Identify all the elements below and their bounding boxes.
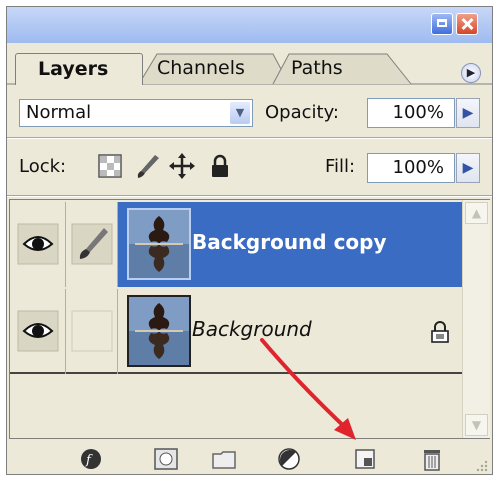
minimize-icon[interactable] (431, 13, 453, 35)
brush-icon (71, 223, 113, 265)
scroll-down-arrow-icon[interactable]: ▼ (465, 414, 488, 436)
layer-thumbnail (127, 208, 191, 280)
chevron-down-icon[interactable]: ▼ (230, 102, 250, 124)
thumbnail-image (129, 210, 189, 278)
brush-link-toggle[interactable] (66, 202, 118, 287)
fill-slider-arrow-icon[interactable]: ▶ (456, 153, 480, 183)
eye-icon (17, 223, 59, 265)
brush-link-toggle[interactable] (66, 289, 118, 374)
layer-mask-icon[interactable] (153, 447, 179, 471)
layers-panel: Layers Channels Paths ▶ Normal ▼ Opacity… (6, 6, 493, 475)
panel-menu-arrow-icon[interactable]: ▶ (461, 63, 481, 83)
thumbnail-image (129, 297, 189, 365)
new-group-icon[interactable] (211, 447, 237, 471)
resize-grip-icon[interactable] (474, 458, 488, 472)
tab-paths[interactable]: Paths (279, 53, 399, 85)
layer-row[interactable]: Background (10, 289, 462, 374)
blend-mode-value: Normal (26, 102, 92, 123)
tab-channels[interactable]: Channels (149, 53, 269, 85)
opacity-input[interactable]: 100% (367, 98, 455, 128)
fill-input[interactable]: 100% (367, 153, 455, 183)
opacity-slider-arrow-icon[interactable]: ▶ (456, 98, 480, 128)
empty-link-box (71, 310, 113, 352)
visibility-toggle[interactable] (10, 202, 66, 287)
lock-position-icon[interactable] (169, 153, 195, 179)
lock-fill-row: Lock: Fill: 100% ▶ (7, 139, 492, 195)
lock-icon (431, 321, 449, 343)
close-icon[interactable] (456, 13, 478, 35)
eye-icon (17, 310, 59, 352)
scroll-up-arrow-icon[interactable]: ▲ (465, 202, 488, 224)
layer-style-icon[interactable]: f (79, 447, 105, 471)
blend-opacity-row: Normal ▼ Opacity: 100% ▶ (7, 85, 492, 137)
layer-name: Background (192, 317, 312, 341)
panel-title-bar (7, 7, 492, 43)
fill-label: Fill: (325, 156, 356, 177)
lock-transparency-icon[interactable] (97, 153, 123, 179)
lock-all-icon[interactable] (207, 153, 233, 179)
tab-bar: Layers Channels Paths ▶ (7, 43, 492, 85)
delete-layer-icon[interactable] (419, 447, 445, 471)
layer-thumbnail (127, 295, 191, 367)
blend-mode-select[interactable]: Normal ▼ (19, 99, 253, 127)
adjustment-layer-icon[interactable] (277, 447, 303, 471)
divider (7, 195, 492, 197)
lock-image-pixels-icon[interactable] (135, 153, 161, 179)
visibility-toggle[interactable] (10, 289, 66, 374)
layers-toolbar: f (7, 443, 492, 474)
tab-layers[interactable]: Layers (15, 53, 143, 85)
layer-name: Background copy (192, 230, 387, 254)
opacity-label: Opacity: (265, 102, 339, 123)
new-layer-icon[interactable] (353, 447, 379, 471)
layers-list: Background copy Background ▲ ▼ (9, 199, 490, 439)
layers-scrollbar[interactable]: ▲ ▼ (462, 200, 490, 438)
lock-label: Lock: (19, 156, 67, 177)
layer-row[interactable]: Background copy (10, 202, 462, 287)
